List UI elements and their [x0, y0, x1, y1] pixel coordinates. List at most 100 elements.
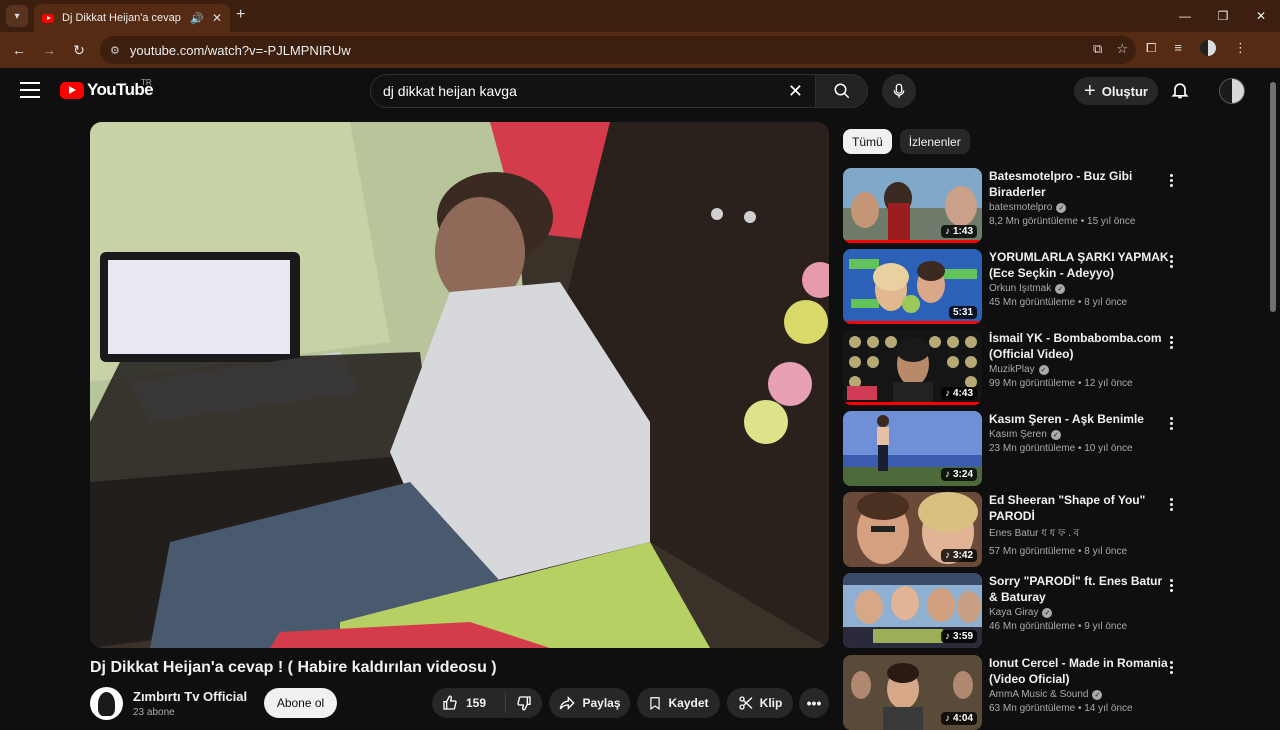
- like-button[interactable]: 159: [432, 693, 506, 713]
- share-button[interactable]: Paylaş: [549, 688, 630, 718]
- clear-search-icon[interactable]: ✕: [788, 81, 803, 102]
- notifications-bell-icon[interactable]: [1170, 79, 1190, 106]
- video-thumbnail[interactable]: ♪ 3:59: [843, 573, 982, 648]
- list-item[interactable]: ♪ 4:04 Ionut Cercel - Made in Romania (Vi…: [843, 655, 1183, 730]
- microphone-icon: [893, 83, 905, 98]
- tab-close-icon[interactable]: ✕: [212, 11, 222, 25]
- video-thumbnail[interactable]: ♪ 4:04: [843, 655, 982, 730]
- rec-title[interactable]: Kasım Şeren - Aşk Benimle: [989, 411, 1169, 427]
- channel-name[interactable]: Zımbırtı Tv Official: [133, 689, 247, 704]
- youtube-masthead: YouTube TR dj dikkat heijan kavga ✕ + Ol…: [0, 68, 1280, 114]
- list-item[interactable]: 5:31 YORUMLARLA ŞARKI YAPMAK (Ece Seçkin…: [843, 249, 1183, 324]
- reload-button[interactable]: ↻: [64, 35, 94, 65]
- forward-button[interactable]: →: [34, 35, 64, 65]
- rec-channel[interactable]: batesmotelpro ✓: [989, 202, 1169, 213]
- list-item[interactable]: ♪ 3:42 Ed Sheeran "Shape of You" PARODİ E…: [843, 492, 1183, 567]
- list-item[interactable]: ♪ 1:43 Batesmotelpro - Buz Gibi Biraderle…: [843, 168, 1183, 243]
- create-button[interactable]: + Oluştur: [1074, 77, 1158, 105]
- maximize-button[interactable]: ❐: [1204, 0, 1242, 32]
- verified-icon: ✓: [1055, 283, 1066, 294]
- audio-playing-icon[interactable]: 🔊: [190, 12, 204, 25]
- save-button[interactable]: Kaydet: [637, 688, 720, 718]
- channel-owner: Zımbırtı Tv Official 23 abone: [90, 685, 247, 721]
- country-code: TR: [141, 78, 152, 87]
- video-thumbnail[interactable]: ♪ 1:43: [843, 168, 982, 243]
- bookmark-star-icon[interactable]: ☆: [1116, 41, 1128, 57]
- rec-title[interactable]: İsmail YK - Bombabomba.com (Official Vid…: [989, 330, 1169, 362]
- page-scrollbar[interactable]: [1270, 82, 1276, 312]
- chip-all[interactable]: Tümü: [843, 129, 892, 154]
- close-window-button[interactable]: ✕: [1242, 0, 1280, 32]
- clip-label: Klip: [759, 696, 783, 710]
- more-vertical-icon[interactable]: [1163, 251, 1179, 271]
- rec-channel[interactable]: Enes Batur ধ ধ ফ . ব: [989, 526, 1169, 543]
- video-thumbnail[interactable]: ♪ 4:43: [843, 330, 982, 405]
- thumbs-down-icon: [517, 696, 531, 711]
- dislike-button[interactable]: [506, 695, 542, 711]
- rec-channel[interactable]: Kasım Şeren ✓: [989, 429, 1169, 440]
- video-thumbnail[interactable]: 5:31: [843, 249, 982, 324]
- more-vertical-icon[interactable]: [1163, 494, 1179, 514]
- rec-title[interactable]: Batesmotelpro - Buz Gibi Biraderler: [989, 168, 1169, 200]
- chip-watched[interactable]: İzlenenler: [899, 129, 970, 154]
- extensions-icon[interactable]: ⧠: [1146, 40, 1156, 56]
- video-player[interactable]: [90, 122, 829, 648]
- install-app-icon[interactable]: ⧉: [1093, 41, 1102, 57]
- share-arrow-icon: [560, 696, 576, 710]
- rec-title[interactable]: YORUMLARLA ŞARKI YAPMAK (Ece Seçkin - Ad…: [989, 249, 1169, 281]
- site-info-icon[interactable]: ⚙: [110, 44, 120, 57]
- search-button[interactable]: [816, 74, 868, 108]
- rec-meta: 23 Mn görüntüleme • 10 yıl önce: [989, 443, 1133, 454]
- search-input[interactable]: dj dikkat heijan kavga ✕: [370, 74, 816, 108]
- plus-icon: +: [1084, 80, 1096, 102]
- more-vertical-icon[interactable]: [1163, 575, 1179, 595]
- rec-channel[interactable]: Kaya Giray ✓: [989, 607, 1169, 618]
- rec-title[interactable]: Ionut Cercel - Made in Romania (Video Of…: [989, 655, 1169, 687]
- clip-button[interactable]: Klip: [727, 688, 793, 718]
- more-vertical-icon[interactable]: [1163, 332, 1179, 352]
- video-thumbnail[interactable]: ♪ 3:24: [843, 411, 982, 486]
- voice-search-button[interactable]: [882, 74, 916, 108]
- verified-icon: ✓: [1092, 689, 1103, 700]
- rec-meta: 99 Mn görüntüleme • 12 yıl önce: [989, 378, 1133, 389]
- search-icon: [834, 83, 849, 99]
- create-label: Oluştur: [1101, 83, 1148, 99]
- video-thumbnail[interactable]: ♪ 3:42: [843, 492, 982, 567]
- rec-title[interactable]: Ed Sheeran "Shape of You" PARODİ: [989, 492, 1169, 524]
- music-note-icon: ♪: [944, 631, 950, 642]
- more-vertical-icon[interactable]: [1163, 413, 1179, 433]
- youtube-play-logo-icon: [60, 81, 84, 99]
- new-tab-button[interactable]: +: [236, 6, 245, 24]
- profile-icon[interactable]: [1200, 40, 1216, 56]
- browser-toolbar: ← → ↻ ⚙ youtube.com/watch?v=-PJLMPNIRUw …: [0, 32, 1280, 68]
- more-vertical-icon[interactable]: [1163, 657, 1179, 677]
- browser-extensions: ⧠ ≡ ⋮: [1146, 40, 1247, 56]
- minimize-button[interactable]: —: [1166, 0, 1204, 32]
- channel-avatar[interactable]: [90, 686, 123, 720]
- video-frame: [90, 122, 829, 648]
- back-button[interactable]: ←: [4, 35, 34, 65]
- media-control-icon[interactable]: ≡: [1174, 40, 1182, 56]
- subscribe-button[interactable]: Abone ol: [264, 688, 337, 718]
- rec-channel[interactable]: AmmA Music & Sound ✓: [989, 689, 1169, 700]
- music-note-icon: ♪: [944, 388, 950, 399]
- account-avatar[interactable]: [1219, 78, 1245, 104]
- youtube-logo[interactable]: YouTube: [60, 80, 154, 100]
- verified-icon: ✓: [1042, 607, 1053, 618]
- guide-menu-icon[interactable]: [20, 82, 40, 98]
- rec-meta: 57 Mn görüntüleme • 8 yıl önce: [989, 546, 1128, 557]
- list-item[interactable]: ♪ 4:43 İsmail YK - Bombabomba.com (Offici…: [843, 330, 1183, 405]
- music-note-icon: ♪: [944, 713, 950, 724]
- more-vertical-icon[interactable]: [1163, 170, 1179, 190]
- duration-badge: ♪ 4:43: [940, 387, 977, 400]
- rec-channel[interactable]: MuzikPlay ✓: [989, 364, 1169, 375]
- browser-menu-icon[interactable]: ⋮: [1234, 40, 1247, 56]
- list-item[interactable]: ♪ 3:59 Sorry "PARODİ" ft. Enes Batur & Ba…: [843, 573, 1183, 648]
- list-item[interactable]: ♪ 3:24 Kasım Şeren - Aşk Benimle Kasım Şe…: [843, 411, 1183, 486]
- tab-search-button[interactable]: ▾: [6, 5, 28, 27]
- rec-title[interactable]: Sorry "PARODİ" ft. Enes Batur & Baturay: [989, 573, 1169, 605]
- more-actions-button[interactable]: •••: [799, 688, 829, 718]
- address-bar[interactable]: ⚙ youtube.com/watch?v=-PJLMPNIRUw ⧉ ☆: [100, 36, 1136, 64]
- rec-channel[interactable]: Orkun Işıtmak ✓: [989, 283, 1169, 294]
- browser-tab[interactable]: Dj Dikkat Heijan'a cevap ! ( 🔊 ✕: [34, 4, 230, 32]
